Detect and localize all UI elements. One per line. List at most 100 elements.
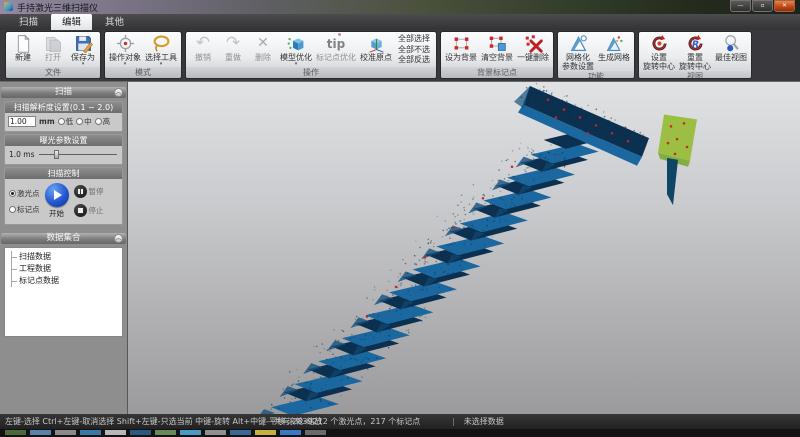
taskbar-thumbnail[interactable]	[180, 430, 201, 435]
pause-button[interactable]: 暂停	[74, 185, 104, 198]
resolution-option-low[interactable]: 低	[58, 116, 74, 127]
cube-optimize-icon	[287, 34, 306, 53]
rotation-center-icon	[650, 34, 669, 53]
taskbar-thumbnail[interactable]	[205, 430, 226, 435]
tab-edit[interactable]: 编辑	[51, 13, 92, 30]
tab-other[interactable]: 其他	[94, 13, 135, 30]
open-button[interactable]: 打开	[38, 33, 68, 67]
taskbar-thumbnail[interactable]	[255, 430, 276, 435]
ribbon-tab-row: 扫描 编辑 其他	[0, 14, 800, 30]
maximize-button[interactable]: ▫	[752, 0, 773, 12]
start-scan-button[interactable]	[45, 183, 69, 207]
radio-icon[interactable]	[76, 118, 83, 125]
undo-icon: ↶	[196, 34, 210, 53]
taskbar-thumbnail[interactable]	[5, 430, 26, 435]
magnifier-icon	[722, 34, 741, 53]
taskbar-thumbnail[interactable]	[105, 430, 126, 435]
select-all-button[interactable]: 全部选择	[398, 35, 430, 44]
marker-square-clear-icon	[488, 34, 507, 53]
taskbar-thumbnail[interactable]	[30, 430, 51, 435]
exposure-title: 曝光参数设置	[5, 135, 122, 146]
dataset-list: 扫描数据 工程数据 标记点数据	[4, 247, 123, 337]
marker-square-icon	[452, 34, 471, 53]
marker-optimize-button[interactable]: tip 标记点优化	[314, 33, 358, 67]
mesh-generate-icon	[605, 34, 624, 53]
tab-scan[interactable]: 扫描	[8, 13, 49, 30]
tree-item-marker-data[interactable]: 标记点数据	[12, 275, 122, 287]
operation-target-button[interactable]: 操作对象	[107, 33, 143, 67]
ribbon-group-label: 操作	[186, 67, 436, 78]
lasso-icon	[152, 34, 171, 53]
play-icon	[54, 190, 62, 200]
mesh-params-button[interactable]: 网格化 参数设置	[560, 33, 596, 71]
resolution-unit: mm	[39, 117, 55, 126]
scan-section-header: 扫描 ︿	[1, 87, 126, 98]
ribbon: 新建 打开 保存为 文件	[0, 30, 800, 81]
delete-button[interactable]: ✕ 删除	[248, 33, 278, 67]
ribbon-group-label: 视图	[639, 71, 751, 79]
select-none-button[interactable]: 全部不选	[398, 46, 430, 55]
clear-background-button[interactable]: 清空背景	[479, 33, 515, 67]
ribbon-group-label: 背景标记点	[441, 67, 553, 78]
taskbar-thumbnail[interactable]	[305, 430, 326, 435]
taskbar-thumbnail[interactable]	[230, 430, 251, 435]
laser-point-radio[interactable]: 激光点	[9, 188, 40, 199]
status-bar: 左键-选择 Ctrl+左键-取消选择 Shift+左键-只选当前 中键-旋转 A…	[0, 414, 800, 429]
set-rotation-center-button[interactable]: 设置 旋转中心	[641, 33, 677, 71]
taskbar-thumbnail[interactable]	[155, 430, 176, 435]
tree-item-scan-data[interactable]: 扫描数据	[12, 251, 122, 263]
radio-icon[interactable]	[58, 118, 65, 125]
resolution-option-high[interactable]: 高	[95, 116, 111, 127]
select-tool-button[interactable]: 选择工具	[143, 33, 179, 67]
exposure-group: 曝光参数设置 1.0 ms	[4, 134, 123, 165]
target-icon	[116, 34, 135, 53]
reset-rotation-center-button[interactable]: R 重置 旋转中心	[677, 33, 713, 71]
one-click-delete-button[interactable]: 一键删除	[515, 33, 551, 67]
redo-button[interactable]: ↷ 重做	[218, 33, 248, 67]
ribbon-group-operation: ↶ 撤销 ↷ 重做 ✕ 删除 模型优化 tip	[185, 31, 437, 79]
slider-thumb[interactable]	[54, 150, 59, 159]
origin-cube-icon	[367, 34, 386, 53]
minimize-button[interactable]: —	[730, 0, 751, 12]
new-button[interactable]: 新建	[8, 33, 38, 67]
taskbar-thumbnail[interactable]	[55, 430, 76, 435]
new-file-icon	[14, 34, 33, 53]
rotation-reset-icon: R	[686, 34, 705, 53]
radio-icon[interactable]	[9, 190, 16, 197]
radio-icon[interactable]	[95, 118, 102, 125]
radio-icon[interactable]	[9, 206, 16, 213]
resolution-input[interactable]: 1.00	[8, 116, 36, 127]
close-button[interactable]: ✕	[774, 0, 795, 12]
best-view-button[interactable]: 最佳视图	[713, 33, 749, 71]
marker-point-radio[interactable]: 标记点	[9, 204, 40, 215]
slider-track	[39, 154, 117, 155]
viewport-3d[interactable]	[128, 82, 800, 414]
tree-item-project-data[interactable]: 工程数据	[12, 263, 122, 275]
open-file-icon	[44, 34, 63, 53]
collapse-scan-icon[interactable]: ︿	[114, 88, 123, 97]
save-as-icon	[74, 34, 93, 53]
ribbon-group-file: 新建 打开 保存为 文件	[5, 31, 101, 79]
taskbar-thumbnail[interactable]	[130, 430, 151, 435]
taskbar-thumbnail[interactable]	[280, 430, 301, 435]
mesh-settings-icon	[569, 34, 588, 53]
point-counts: 共有 2839212 个激光点，217 个标记点	[262, 414, 420, 429]
generate-mesh-button[interactable]: 生成网格	[596, 33, 632, 71]
resolution-option-mid[interactable]: 中	[76, 116, 92, 127]
exposure-slider[interactable]	[39, 150, 118, 159]
select-invert-button[interactable]: 全部反选	[398, 56, 430, 65]
window-title: 手持激光三维扫描仪	[17, 1, 98, 14]
ribbon-group-label: 功能	[558, 71, 634, 79]
calibrate-origin-button[interactable]: 校准原点	[358, 33, 394, 67]
stop-button[interactable]: 停止	[74, 204, 104, 217]
set-background-button[interactable]: 设为背景	[443, 33, 479, 67]
undo-button[interactable]: ↶ 撤销	[188, 33, 218, 67]
title-bar: 手持激光三维扫描仪 — ▫ ✕	[0, 0, 800, 14]
redo-icon: ↷	[226, 34, 240, 53]
model-optimize-button[interactable]: 模型优化	[278, 33, 314, 67]
save-as-button[interactable]: 保存为	[68, 33, 98, 67]
collapse-dataset-icon[interactable]: ︿	[114, 234, 123, 243]
sidebar: 扫描 ︿ 扫描解析度设置(0.1 ~ 2.0) 1.00 mm 低 中	[0, 82, 128, 414]
delete-markers-icon	[524, 34, 543, 53]
taskbar-thumbnail[interactable]	[80, 430, 101, 435]
